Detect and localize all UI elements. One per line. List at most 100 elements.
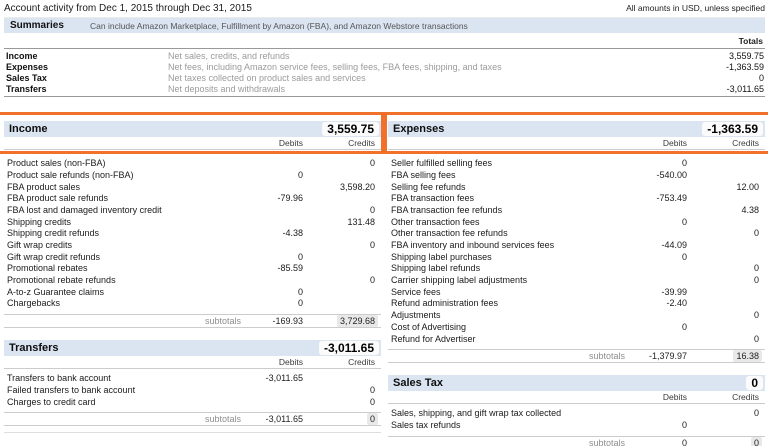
credit-value: 0 xyxy=(753,228,759,239)
transfers-subtotal-credit: 0 xyxy=(366,413,378,426)
transfers-header-group: Transfers -3,011.65 Debits Credits xyxy=(4,340,381,370)
summary-description: Net taxes collected on product sales and… xyxy=(168,72,366,83)
debit-value xyxy=(219,217,303,229)
summary-total: 3,559.75 xyxy=(728,51,764,62)
debit-value: 0 xyxy=(681,216,687,227)
transfers-rows: Transfers to bank account -3,011.65 Failed… xyxy=(4,369,381,408)
sales-tax-header-bar: Sales Tax 0 xyxy=(388,375,765,392)
credit-value xyxy=(687,217,765,229)
row-label: Transfers to bank account xyxy=(7,373,111,384)
credit-value xyxy=(303,228,381,240)
credit-value xyxy=(303,252,381,264)
table-row: Shipping label refunds 0 xyxy=(388,263,765,275)
debits-column-header: Debits xyxy=(662,392,687,403)
row-label: FBA selling fees xyxy=(391,169,456,180)
table-row: FBA lost and damaged inventory credit 0 xyxy=(4,205,381,217)
income-highlight-annotation: Income 3,559.75 Debits Credits xyxy=(0,112,387,155)
expenses-rows: Seller fulfilled selling fees 0 FBA sellin… xyxy=(388,154,765,345)
row-label: Refund administration fees xyxy=(391,298,499,309)
debit-value xyxy=(219,275,303,287)
summaries-title: Summaries xyxy=(10,20,64,31)
debit-value xyxy=(603,334,687,346)
credit-value xyxy=(687,158,765,170)
sales-tax-section-title: Sales Tax xyxy=(393,377,443,390)
transfers-section: Transfers -3,011.65 Debits Credits Trans… xyxy=(4,340,381,434)
credit-value: 0 xyxy=(369,240,375,250)
credit-value: 0 xyxy=(369,275,375,286)
summary-description: Net deposits and withdrawals xyxy=(168,83,286,94)
expenses-highlight-annotation: Expenses -1,363.59 Debits Credits xyxy=(381,112,768,155)
debit-value xyxy=(219,397,303,409)
expenses-section: Expenses -1,363.59 Debits Credits Seller… xyxy=(381,112,768,364)
income-header-bar: Income 3,559.75 xyxy=(4,121,381,138)
currency-note: All amounts in USD, unless specified xyxy=(626,3,765,13)
summaries-table: Income Net sales, credits, and refunds 3,5… xyxy=(4,49,765,98)
debit-value xyxy=(219,385,303,397)
table-row: Shipping credits 131.48 xyxy=(4,217,381,229)
expenses-subtotal-credit: 16.38 xyxy=(733,350,762,363)
summary-label: Sales Tax xyxy=(6,72,47,83)
table-row: Product sales (non-FBA) 0 xyxy=(4,158,381,170)
row-label: Cost of Advertising xyxy=(391,321,467,332)
summary-row: Sales Tax Net taxes collected on product … xyxy=(4,73,765,84)
sales-tax-rows: Sales, shipping, and gift wrap tax colle… xyxy=(388,404,765,431)
debit-value: -540.00 xyxy=(656,169,687,180)
credit-value xyxy=(687,298,765,310)
table-row: Transfers to bank account -3,011.65 xyxy=(4,373,381,385)
row-label: Shipping label purchases xyxy=(391,251,492,262)
summary-total: -1,363.59 xyxy=(725,62,764,73)
credit-value: 0 xyxy=(753,408,759,419)
row-label: Selling fee refunds xyxy=(391,181,466,192)
credits-column-header: Credits xyxy=(348,357,375,368)
debit-value: -753.49 xyxy=(656,193,687,204)
debit-value: 0 xyxy=(297,298,303,309)
debit-value xyxy=(603,275,687,287)
transfers-section-title: Transfers xyxy=(9,342,59,355)
credit-value: 0 xyxy=(369,384,375,395)
debit-value: 0 xyxy=(297,286,303,297)
table-row: Failed transfers to bank account 0 xyxy=(4,385,381,397)
credits-column-header: Credits xyxy=(348,138,375,149)
income-subtotal-credit: 3,729.68 xyxy=(336,315,378,328)
summary-total: -3,011.65 xyxy=(726,83,764,94)
sales-tax-subtotals-row: subtotals 0 0 xyxy=(388,435,765,446)
credit-value: 0 xyxy=(369,396,375,407)
expenses-subtotals-row: subtotals -1,379.97 16.38 xyxy=(388,349,765,364)
transfers-header-bar: Transfers -3,011.65 xyxy=(4,340,381,357)
table-row: FBA transaction fees -753.49 xyxy=(388,193,765,205)
table-row: FBA selling fees -540.00 xyxy=(388,170,765,182)
row-label: Promotional rebates xyxy=(7,263,88,274)
summary-row: Expenses Net fees, including Amazon servi… xyxy=(4,62,765,73)
row-label: FBA transaction fees xyxy=(391,193,475,204)
detail-columns: Income 3,559.75 Debits Credits Product s… xyxy=(0,112,768,446)
sales-tax-header-group: Sales Tax 0 Debits Credits xyxy=(388,375,765,405)
row-label: Sales, shipping, and gift wrap tax colle… xyxy=(391,408,562,419)
debit-value xyxy=(603,182,687,194)
row-label: Gift wrap credits xyxy=(7,240,73,250)
credit-value: 3,598.20 xyxy=(339,181,375,192)
table-row: Chargebacks 0 xyxy=(4,298,381,310)
credit-value: 4.38 xyxy=(741,204,759,215)
credit-value: 0 xyxy=(369,158,375,169)
credit-value xyxy=(303,193,381,205)
right-column: Expenses -1,363.59 Debits Credits Seller… xyxy=(381,112,768,446)
debit-value: 0 xyxy=(297,169,303,180)
page-title: Account activity from Dec 1, 2015 throug… xyxy=(4,3,252,14)
table-row: Sales, shipping, and gift wrap tax colle… xyxy=(388,408,765,420)
table-row: Charges to credit card 0 xyxy=(4,397,381,409)
credit-value xyxy=(303,263,381,275)
summary-total: 0 xyxy=(758,72,764,83)
debit-value: -85.59 xyxy=(277,263,303,274)
debit-value xyxy=(219,182,303,194)
row-label: Shipping credit refunds xyxy=(7,228,100,239)
summary-row: Transfers Net deposits and withdrawals -3,… xyxy=(4,83,765,94)
income-subtotal-credit-cell: 3,729.68 xyxy=(303,315,381,328)
left-column: Income 3,559.75 Debits Credits Product s… xyxy=(0,112,387,446)
credits-column-header: Credits xyxy=(732,138,759,149)
row-label: Product sales (non-FBA) xyxy=(7,158,106,169)
row-label: Service fees xyxy=(391,286,441,297)
credit-value xyxy=(687,252,765,264)
table-row: Other transaction fee refunds 0 xyxy=(388,228,765,240)
debit-value: -79.96 xyxy=(277,193,303,204)
row-label: FBA inventory and inbound services fees xyxy=(391,240,555,250)
